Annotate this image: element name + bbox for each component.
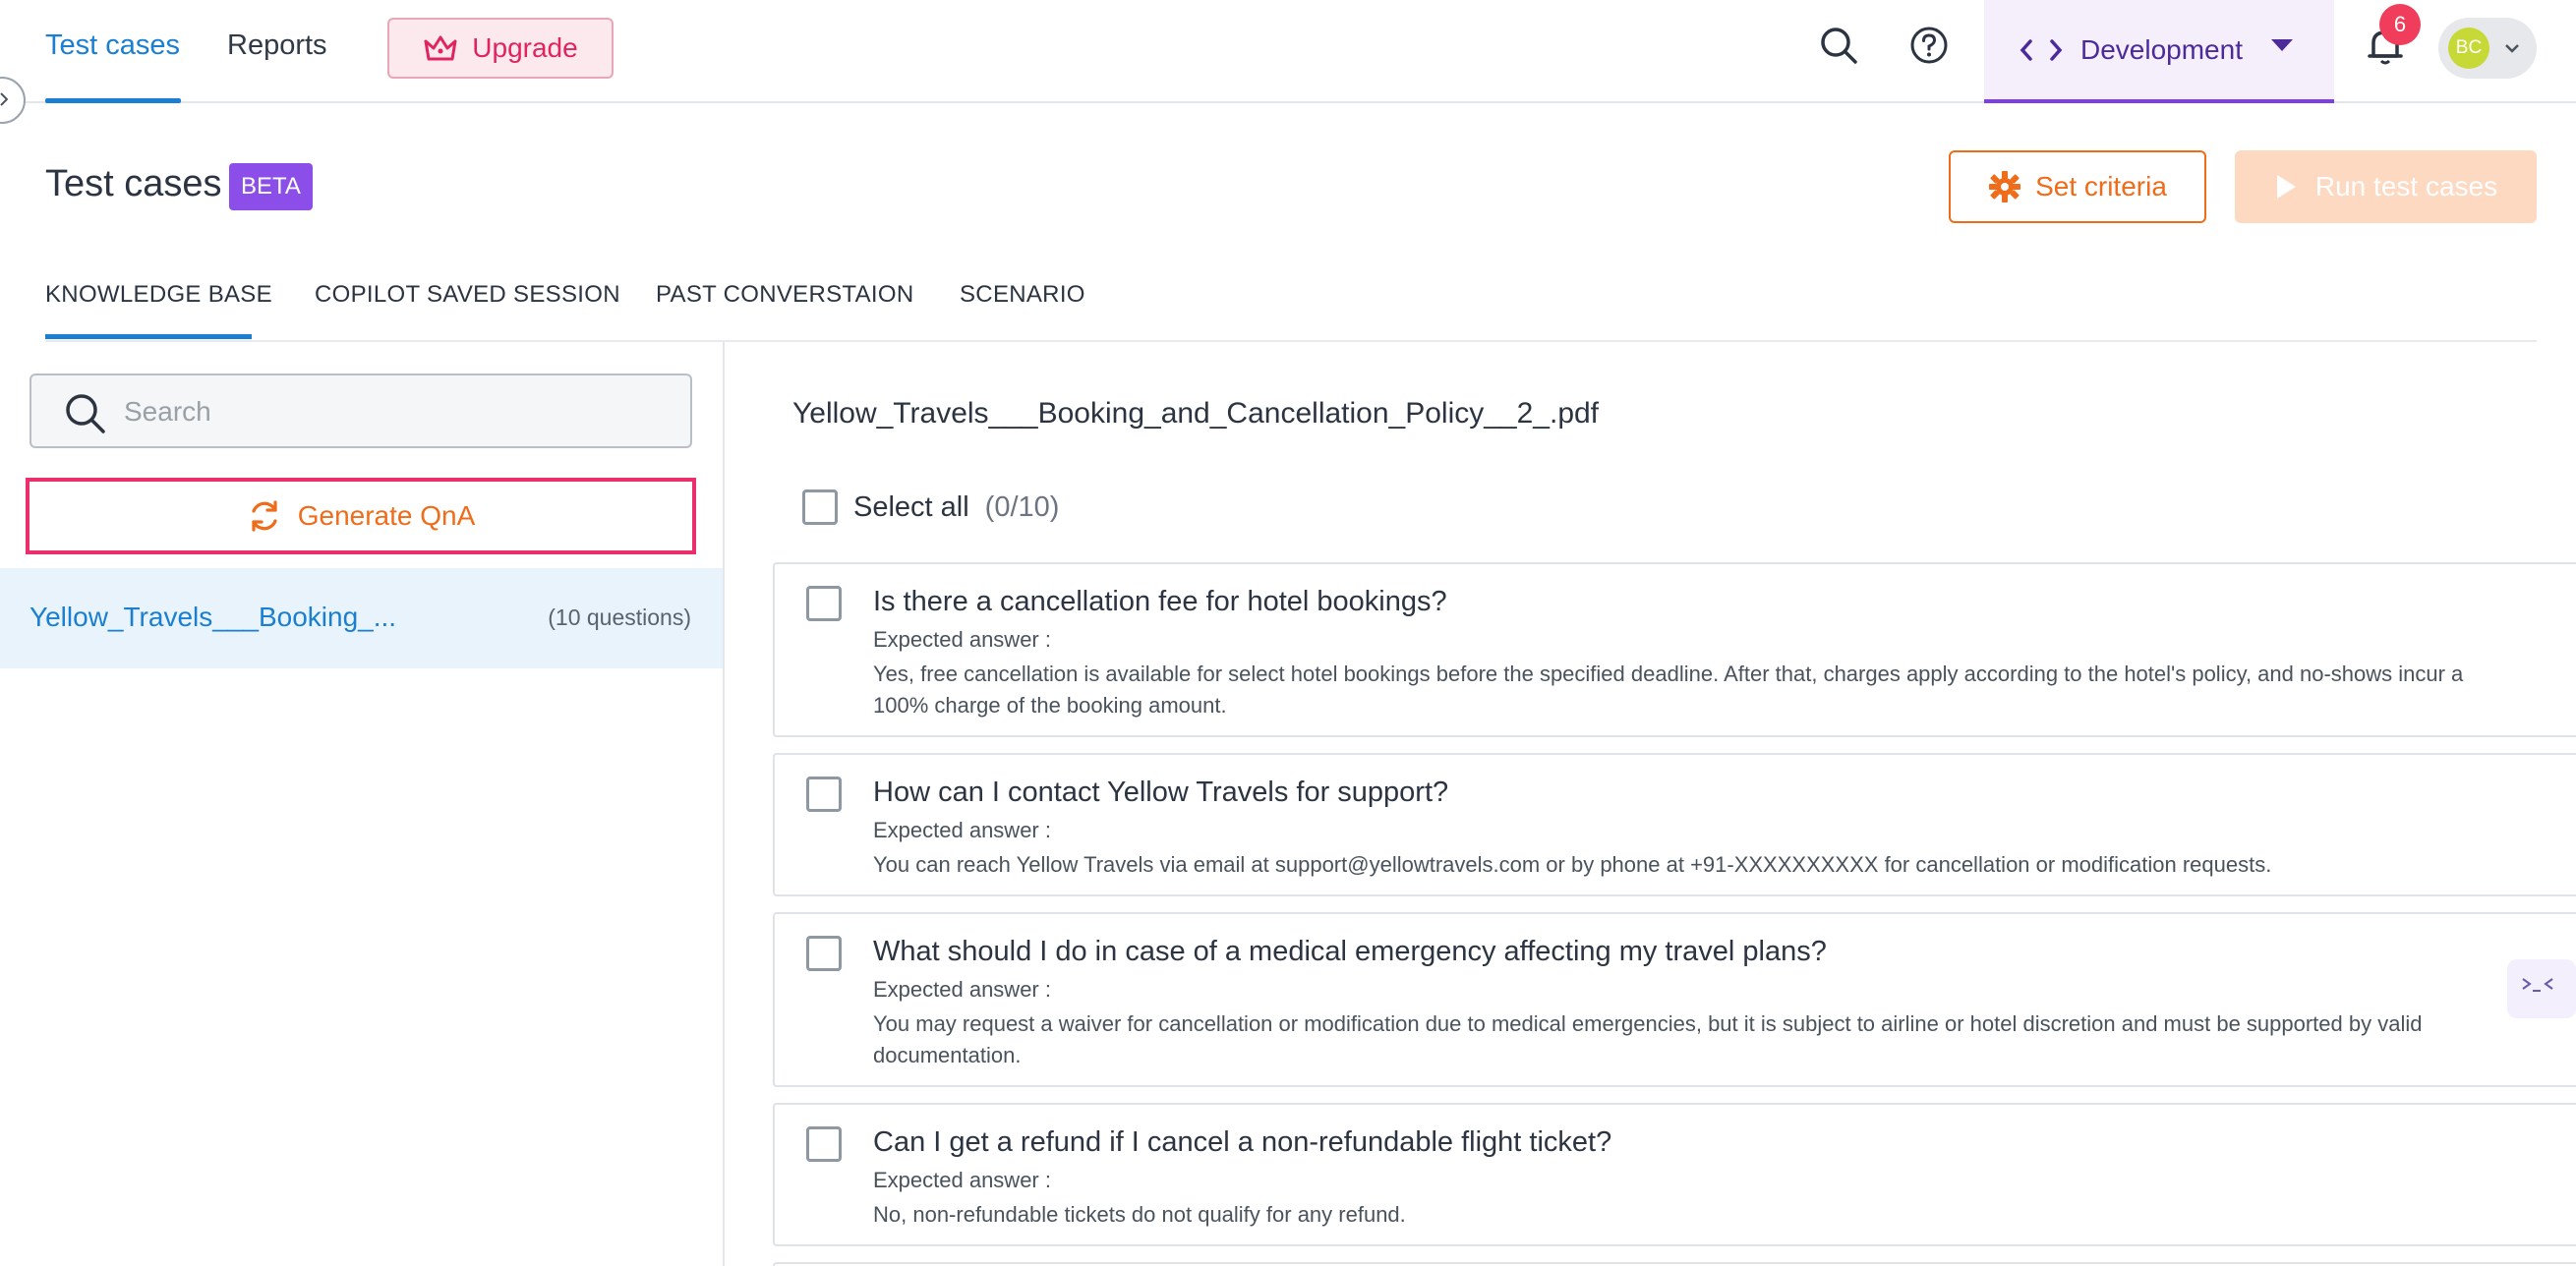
qa-card: How can I contact Yellow Travels for sup… xyxy=(773,753,2576,896)
notification-count-badge: 6 xyxy=(2379,4,2421,45)
select-all-label: Select all xyxy=(853,490,969,523)
collapse-sidebar-button[interactable] xyxy=(0,77,26,124)
expected-answer-text: You may request a waiver for cancellatio… xyxy=(873,1011,2423,1067)
search-icon xyxy=(66,394,105,433)
set-criteria-label: Set criteria xyxy=(2035,171,2167,201)
active-tab-indicator xyxy=(45,98,181,103)
avatar: BC xyxy=(2448,28,2489,69)
document-title: Yellow_Travels___Booking_and_Cancellatio… xyxy=(792,397,1600,430)
refresh-icon xyxy=(252,500,277,532)
search-button[interactable] xyxy=(1819,26,1862,69)
page-title: Test cases xyxy=(45,163,222,204)
expected-answer-text: No, non-refundable tickets do not qualif… xyxy=(873,1202,1406,1227)
set-criteria-button[interactable]: Set criteria xyxy=(1949,150,2206,223)
question-checkbox[interactable] xyxy=(806,777,842,812)
select-all-count: (0/10) xyxy=(984,490,1060,523)
tab-scenario[interactable]: SCENARIO xyxy=(960,281,1085,309)
question-checkbox[interactable] xyxy=(806,936,842,971)
search-field[interactable] xyxy=(29,374,692,448)
play-icon xyxy=(2276,175,2296,199)
file-question-count: (10 questions) xyxy=(548,604,691,630)
tab-past-conversation[interactable]: PAST CONVERSTAION xyxy=(656,281,913,309)
qa-card: What should I do in case of a medical em… xyxy=(773,912,2576,1087)
gear-icon xyxy=(1989,171,2021,202)
run-test-cases-label: Run test cases xyxy=(2314,171,2498,201)
upgrade-label: Upgrade xyxy=(472,32,578,63)
chevron-right-icon xyxy=(0,92,8,106)
generate-qna-label: Generate QnA xyxy=(297,500,476,531)
environment-label: Development xyxy=(2080,33,2243,65)
qa-card: Is there a cancellation fee for hotel bo… xyxy=(773,562,2576,737)
code-icon xyxy=(2020,38,2063,61)
panel-divider xyxy=(723,342,725,1266)
environment-selector[interactable]: Development xyxy=(1984,0,2334,103)
question-text: Can I get a refund if I cancel a non-ref… xyxy=(873,1126,1612,1158)
question-text: How can I contact Yellow Travels for sup… xyxy=(873,777,1449,808)
file-name: Yellow_Travels___Booking_... xyxy=(29,602,397,632)
assistant-icon xyxy=(2522,978,2553,992)
question-text: Is there a cancellation fee for hotel bo… xyxy=(873,586,1447,617)
caret-down-icon xyxy=(2271,39,2293,51)
beta-badge: BETA xyxy=(229,163,313,210)
select-all-row[interactable]: Select all (0/10) xyxy=(802,489,1059,525)
crown-icon xyxy=(424,35,457,61)
help-icon xyxy=(1910,27,1948,64)
expected-answer-label: Expected answer : xyxy=(873,1168,1051,1192)
nav-tab-test-cases[interactable]: Test cases xyxy=(45,29,180,62)
question-checkbox[interactable] xyxy=(806,586,842,621)
help-button[interactable] xyxy=(1909,26,1953,69)
generate-qna-button[interactable]: Generate QnA xyxy=(26,478,696,554)
question-text: What should I do in case of a medical em… xyxy=(873,936,1827,967)
assistant-widget-button[interactable] xyxy=(2507,959,2576,1018)
source-tabs: KNOWLEDGE BASE COPILOT SAVED SESSION PAS… xyxy=(45,281,2537,342)
run-test-cases-button[interactable]: Run test cases xyxy=(2235,150,2537,223)
select-all-checkbox[interactable] xyxy=(802,489,838,525)
chevron-down-icon xyxy=(2505,44,2519,53)
search-icon xyxy=(1821,28,1857,64)
expected-answer-text: You can reach Yellow Travels via email a… xyxy=(873,852,2272,877)
tab-copilot-saved-session[interactable]: COPILOT SAVED SESSION xyxy=(315,281,620,309)
user-menu[interactable]: BC xyxy=(2438,18,2537,79)
expected-answer-label: Expected answer : xyxy=(873,977,1051,1002)
tab-knowledge-base[interactable]: KNOWLEDGE BASE xyxy=(45,281,272,309)
expected-answer-label: Expected answer : xyxy=(873,627,1051,652)
active-subtab-indicator xyxy=(45,334,252,339)
file-list-item[interactable]: Yellow_Travels___Booking_... (10 questio… xyxy=(0,568,723,668)
upgrade-button[interactable]: Upgrade xyxy=(387,18,614,79)
expected-answer-text: Yes, free cancellation is available for … xyxy=(873,662,2464,718)
search-input[interactable] xyxy=(124,389,674,434)
nav-tab-reports[interactable]: Reports xyxy=(227,29,327,62)
expected-answer-label: Expected answer : xyxy=(873,818,1051,842)
top-nav: Test cases Reports Upgrade Development 6… xyxy=(0,0,2576,124)
qa-card-partial xyxy=(773,1262,2576,1266)
qa-card: Can I get a refund if I cancel a non-ref… xyxy=(773,1103,2576,1246)
question-checkbox[interactable] xyxy=(806,1126,842,1162)
